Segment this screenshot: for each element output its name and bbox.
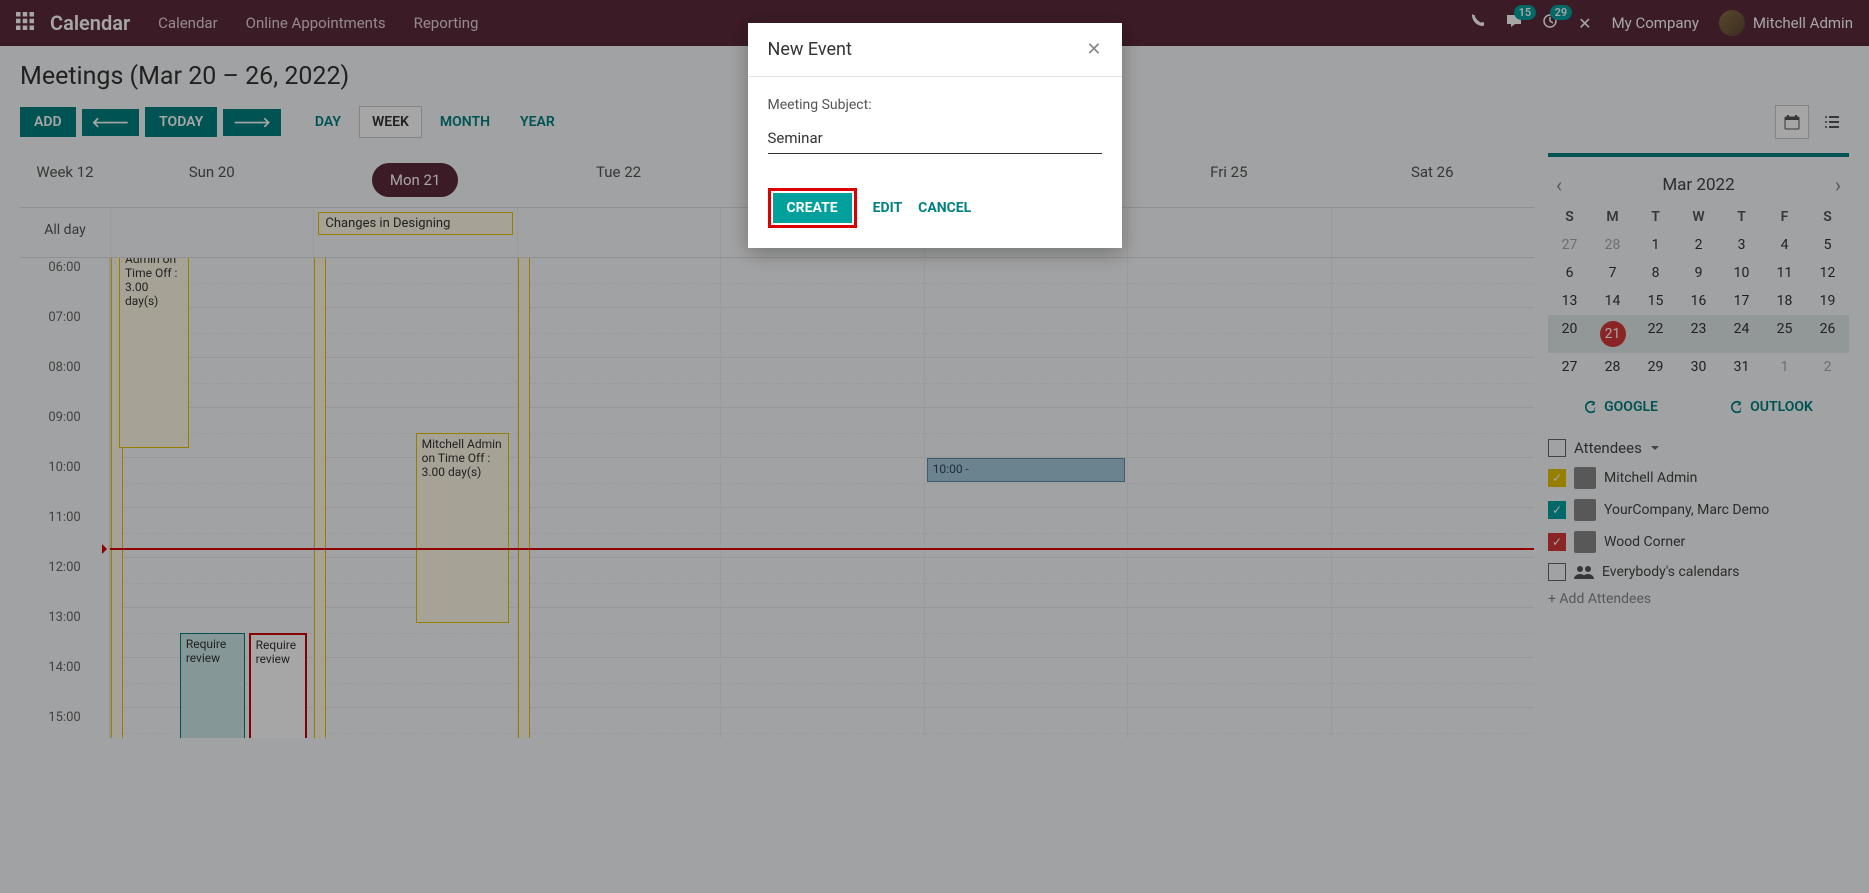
field-label: Meeting Subject: (768, 97, 1102, 113)
modal-close-button[interactable]: ✕ (1086, 39, 1101, 60)
modal-overlay[interactable]: New Event ✕ Meeting Subject: CREATE EDIT… (0, 0, 1869, 893)
new-event-modal: New Event ✕ Meeting Subject: CREATE EDIT… (748, 23, 1122, 248)
cancel-button[interactable]: CANCEL (918, 200, 971, 216)
create-button[interactable]: CREATE (773, 193, 852, 223)
meeting-subject-input[interactable] (768, 125, 1102, 154)
edit-button[interactable]: EDIT (873, 200, 903, 216)
modal-title: New Event (768, 39, 852, 60)
highlight-marker: CREATE (768, 188, 857, 228)
